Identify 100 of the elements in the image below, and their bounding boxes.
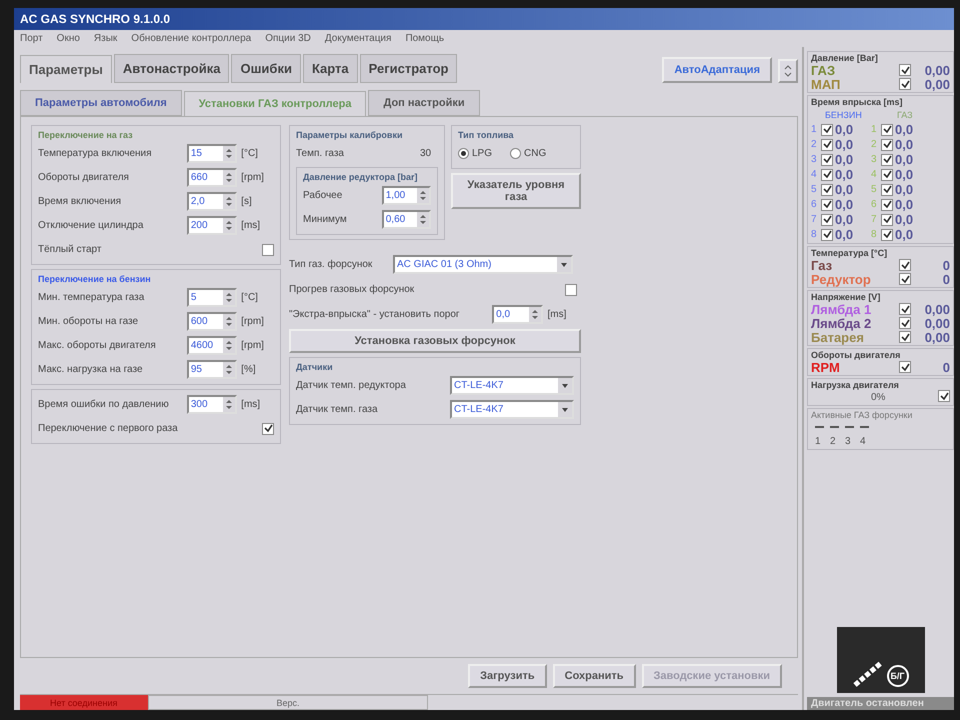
checkbox[interactable] [899, 303, 911, 315]
menu-item[interactable]: Документация [324, 33, 392, 44]
checkbox[interactable] [262, 244, 274, 256]
signal-name: МАП [811, 76, 842, 92]
menu-item[interactable]: Окно [56, 33, 80, 44]
checkbox[interactable] [899, 361, 911, 373]
sub-tab[interactable]: Параметры автомобиля [20, 90, 182, 116]
menu-item[interactable]: Опции 3D [265, 33, 311, 44]
gas-level-button[interactable]: Указатель уровня газа [451, 173, 581, 209]
checkbox[interactable] [881, 154, 893, 166]
unit-label: [%] [241, 364, 257, 375]
signal-value: 0,00 [924, 330, 950, 344]
cylinder-number: 2 [811, 139, 818, 150]
menu-item[interactable]: Обновление контроллера [131, 33, 252, 44]
group-title: Переключение на газ [38, 130, 134, 140]
spin-field[interactable]: 0,60 [382, 210, 431, 229]
checkbox[interactable] [881, 228, 893, 240]
sensor-dropdown[interactable]: CT-LE-4K7 [450, 376, 574, 395]
checkbox[interactable] [565, 284, 577, 296]
spin-arrows-icon[interactable] [223, 362, 236, 377]
checkbox[interactable] [899, 259, 911, 271]
checkbox[interactable] [881, 168, 893, 180]
spin-field[interactable]: 0,0 [492, 305, 544, 324]
checkbox[interactable] [899, 64, 911, 76]
spin-field[interactable]: 600 [186, 312, 238, 331]
spin-arrows-icon[interactable] [417, 212, 429, 227]
checkbox[interactable] [899, 273, 911, 285]
menu-item[interactable]: Порт [20, 33, 43, 44]
spin-field[interactable]: 5 [186, 288, 238, 307]
signal-value: 0,00 [924, 76, 950, 92]
spin-field[interactable]: 1,00 [382, 186, 431, 205]
cylinder-number: 4 [811, 169, 818, 180]
spin-field[interactable]: 300 [186, 395, 238, 414]
spin-field[interactable]: 660 [186, 168, 238, 187]
fuel-radio[interactable]: CNG [510, 148, 546, 159]
main-tab[interactable]: Ошибки [231, 54, 301, 83]
injection-value: 0,0 [835, 152, 854, 167]
checkbox[interactable] [821, 168, 833, 180]
checkbox[interactable] [821, 198, 833, 210]
arrows-icon [784, 64, 792, 78]
injection-value: 0,0 [895, 137, 914, 152]
field-label: Темп. газа [296, 148, 345, 159]
checkbox[interactable] [881, 184, 893, 196]
spin-arrows-icon[interactable] [223, 290, 236, 305]
caret-icon[interactable] [557, 257, 571, 272]
main-tab[interactable]: Параметры [20, 55, 112, 83]
main-tab[interactable]: Регистратор [360, 54, 458, 83]
action-button[interactable]: Сохранить [552, 664, 636, 688]
spin-arrows-icon[interactable] [223, 338, 236, 353]
version-status: Верс. [148, 695, 428, 710]
checkbox[interactable] [899, 317, 911, 329]
spin-field[interactable]: 95 [186, 360, 238, 379]
injector-type-dropdown[interactable]: AC GIAC 01 (3 Ohm) [393, 255, 573, 274]
caret-icon[interactable] [558, 402, 572, 417]
sensor-dropdown[interactable]: CT-LE-4K7 [450, 400, 574, 419]
checkbox[interactable] [881, 124, 893, 136]
checkbox[interactable] [938, 390, 950, 402]
spin-arrows-icon[interactable] [223, 194, 236, 209]
auto-adapt-button[interactable]: АвтоАдаптация [662, 57, 772, 83]
checkbox[interactable] [899, 331, 911, 343]
injector-setup-button[interactable]: Установка газовых форсунок [289, 329, 581, 353]
sub-tab[interactable]: Доп настройки [368, 90, 480, 116]
spin-arrows-icon[interactable] [529, 307, 542, 322]
window-title: AC GAS SYNCHRO 9.1.0.0 [14, 8, 954, 30]
cylinder-number: 1 [871, 124, 878, 135]
cylinder-number: 3 [811, 154, 818, 165]
small-button[interactable] [778, 59, 798, 83]
unit-label: [°C] [241, 292, 259, 303]
signal-value: 0,00 [924, 316, 950, 330]
checkbox[interactable] [821, 228, 833, 240]
checkbox[interactable] [262, 422, 274, 434]
menu-item[interactable]: Язык [94, 33, 118, 44]
main-tab[interactable]: Карта [302, 54, 358, 83]
checkbox[interactable] [821, 124, 833, 136]
spin-arrows-icon[interactable] [223, 218, 236, 233]
spin-field[interactable]: 15 [186, 144, 238, 163]
menu-item[interactable]: Помощь [405, 33, 444, 44]
chain-icon [852, 661, 882, 687]
spin-arrows-icon[interactable] [223, 170, 236, 185]
checkbox[interactable] [821, 214, 833, 226]
column-label: БЕНЗИН [824, 110, 863, 120]
checkbox[interactable] [881, 198, 893, 210]
spin-field[interactable]: 2,0 [186, 192, 238, 211]
checkbox[interactable] [821, 184, 833, 196]
action-button[interactable]: Загрузить [468, 664, 547, 688]
spin-arrows-icon[interactable] [223, 314, 236, 329]
spin-arrows-icon[interactable] [417, 188, 429, 203]
checkbox[interactable] [881, 138, 893, 150]
spin-field[interactable]: 4600 [186, 336, 238, 355]
injection-value: 0,0 [895, 212, 914, 227]
checkbox[interactable] [821, 138, 833, 150]
checkbox[interactable] [899, 78, 911, 90]
checkbox[interactable] [881, 214, 893, 226]
main-tab[interactable]: Автонастройка [114, 54, 230, 83]
spin-field[interactable]: 200 [186, 216, 238, 235]
spin-arrows-icon[interactable] [223, 397, 236, 412]
fuel-radio[interactable]: LPG [458, 148, 492, 159]
spin-arrows-icon[interactable] [223, 146, 236, 161]
caret-icon[interactable] [558, 378, 572, 393]
checkbox[interactable] [821, 154, 833, 166]
